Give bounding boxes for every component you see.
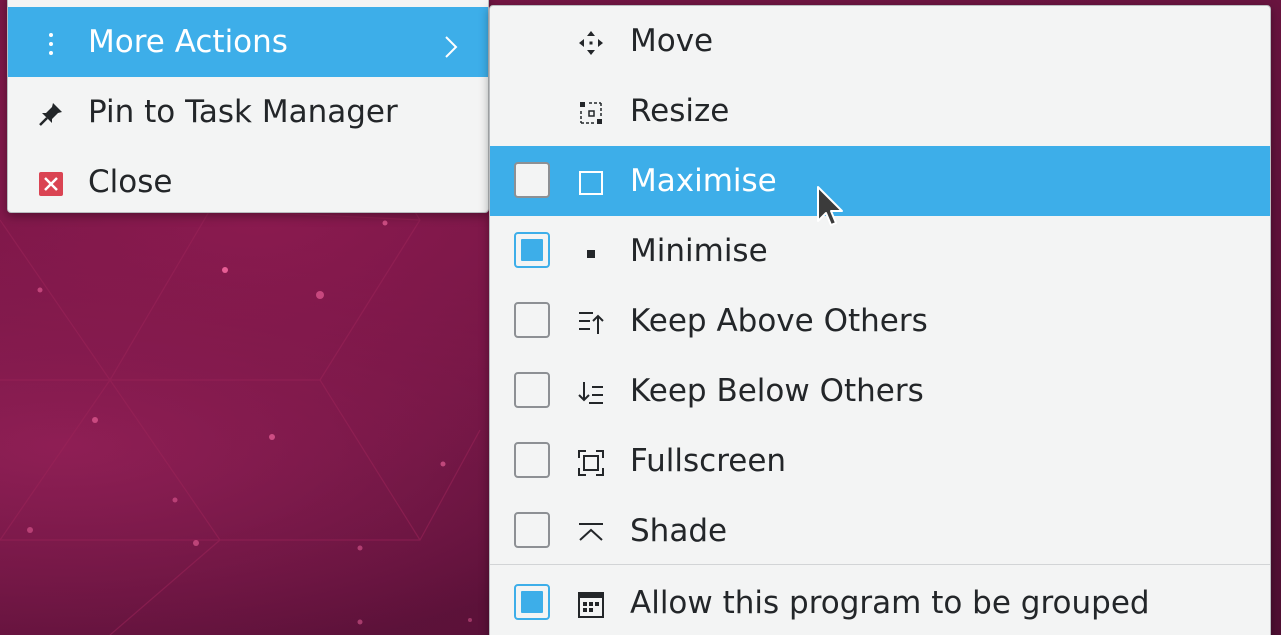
more-vertical-icon (38, 29, 64, 55)
allow-grouping-checkbox[interactable] (514, 584, 550, 620)
shade-icon (578, 518, 604, 544)
menu-item-label: Keep Below Others (630, 373, 924, 409)
menu-item-shade[interactable]: Shade (490, 496, 1270, 566)
menu-item-keep-below-others[interactable]: Keep Below Others (490, 356, 1270, 426)
menu-item-label: Allow this program to be grouped (630, 585, 1150, 621)
move-icon (578, 28, 604, 55)
menu-item-maximise[interactable]: Maximise (490, 146, 1270, 216)
menu-item-label: Maximise (630, 163, 777, 199)
pin-icon (38, 99, 64, 126)
menu-item-label: Close (88, 164, 173, 200)
maximise-icon (578, 168, 604, 195)
task-context-menu: More Actions Pin to Task Manager Close (7, 0, 489, 213)
menu-item-resize[interactable]: Resize (490, 76, 1270, 146)
menu-item-pin-to-task-manager[interactable]: Pin to Task Manager (8, 77, 488, 147)
mouse-pointer-icon (816, 185, 844, 231)
menu-item-allow-grouping[interactable]: Allow this program to be grouped (490, 568, 1270, 635)
minimise-checkbox[interactable] (514, 232, 550, 268)
menu-item-label: More Actions (88, 24, 288, 60)
menu-item-label: Pin to Task Manager (88, 94, 398, 130)
menu-item-label: Shade (630, 513, 728, 549)
menu-item-label: Fullscreen (630, 443, 787, 479)
chevron-right-icon (444, 31, 458, 58)
menu-item-fullscreen[interactable]: Fullscreen (490, 426, 1270, 496)
menu-item-minimise[interactable]: Minimise (490, 216, 1270, 286)
menu-item-close[interactable]: Close (8, 147, 488, 217)
minimise-icon (578, 238, 604, 264)
keep-below-checkbox[interactable] (514, 372, 550, 408)
grouping-icon (578, 590, 604, 618)
keep-below-icon (578, 378, 604, 404)
resize-icon (578, 98, 604, 124)
menu-item-label: Keep Above Others (630, 303, 928, 339)
menu-item-label: Minimise (630, 233, 768, 269)
more-actions-submenu: Move Resize Maximise Minimise Keep Above… (489, 5, 1271, 635)
menu-item-more-actions[interactable]: More Actions (8, 7, 488, 77)
close-window-icon (38, 169, 64, 196)
menu-item-label: Move (630, 23, 714, 59)
menu-separator (490, 564, 1270, 565)
menu-item-move[interactable]: Move (490, 6, 1270, 76)
fullscreen-checkbox[interactable] (514, 442, 550, 478)
menu-item-keep-above-others[interactable]: Keep Above Others (490, 286, 1270, 356)
keep-above-icon (578, 308, 604, 334)
shade-checkbox[interactable] (514, 512, 550, 548)
maximise-checkbox[interactable] (514, 162, 550, 198)
fullscreen-icon (578, 448, 604, 476)
keep-above-checkbox[interactable] (514, 302, 550, 338)
menu-item-label: Resize (630, 93, 730, 129)
